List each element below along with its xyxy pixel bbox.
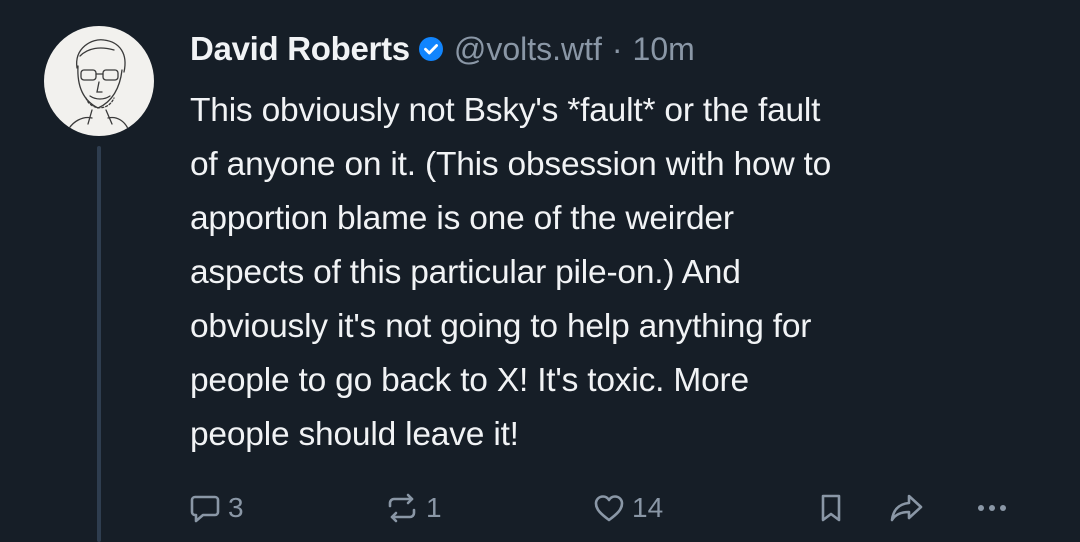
like-count: 14 [632, 492, 664, 523]
reply-bubble-icon [188, 491, 222, 525]
post-actions: 3 1 14 [188, 482, 1028, 534]
share-arrow-icon [888, 491, 926, 525]
post-timestamp[interactable]: 10m [633, 31, 695, 68]
thread-line [97, 146, 101, 542]
bookmark-icon [814, 491, 848, 525]
author-name[interactable]: David Roberts [190, 30, 410, 68]
post-content: David Roberts @volts.wtf · 10m This obvi… [190, 24, 1050, 462]
reply-button[interactable]: 3 [188, 491, 244, 525]
repost-button[interactable]: 1 [384, 491, 442, 525]
bookmark-button[interactable] [814, 491, 848, 525]
post-header: David Roberts @volts.wtf · 10m [190, 24, 1050, 74]
reply-count: 3 [228, 492, 244, 523]
separator-dot: · [611, 30, 623, 67]
verified-badge-icon [418, 36, 444, 62]
more-options-button[interactable] [972, 491, 1012, 525]
heart-icon [592, 491, 626, 525]
more-dots-icon [972, 491, 1012, 525]
author-handle[interactable]: @volts.wtf [454, 31, 602, 68]
repost-count: 1 [426, 492, 442, 523]
post-card[interactable]: David Roberts @volts.wtf · 10m This obvi… [0, 0, 1080, 542]
share-button[interactable] [888, 491, 926, 525]
post-text: This obviously not Bsky's *fault* or the… [190, 92, 832, 453]
avatar[interactable] [44, 26, 154, 136]
repost-icon [384, 491, 420, 525]
like-button[interactable]: 14 [592, 491, 663, 525]
